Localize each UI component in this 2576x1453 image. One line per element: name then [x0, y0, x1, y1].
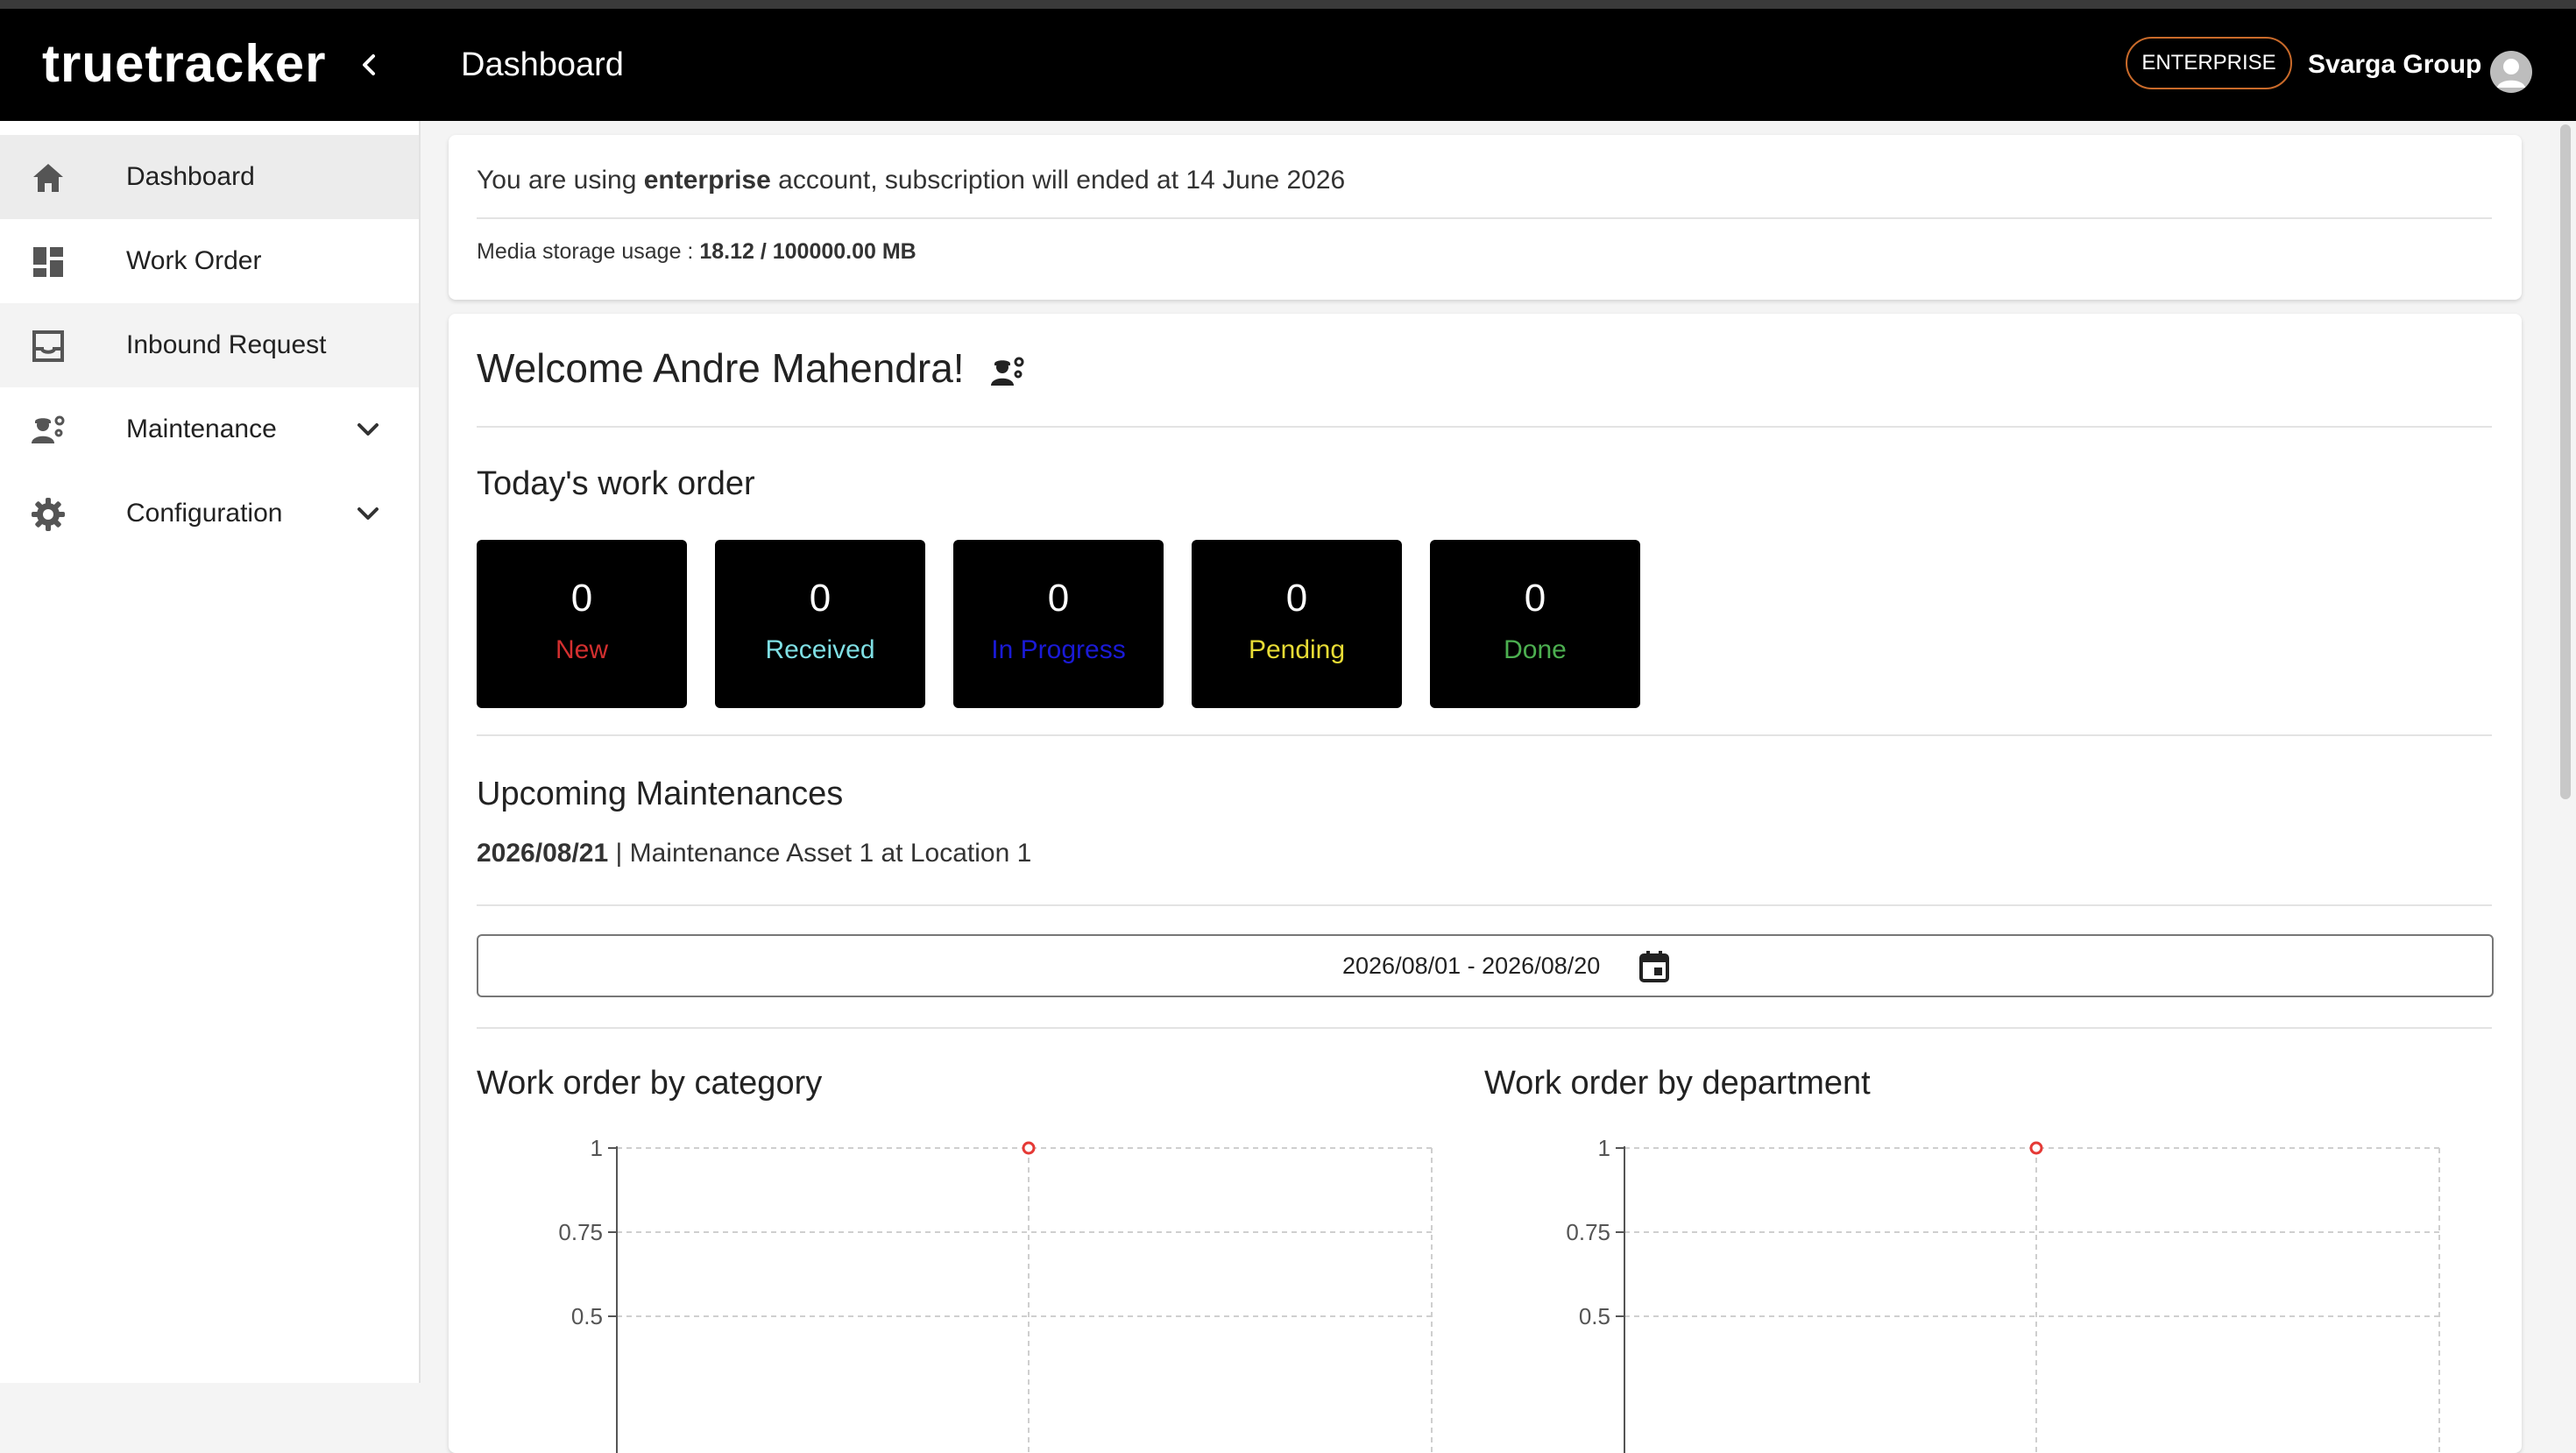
- sidebar-item-label: Configuration: [126, 499, 283, 528]
- status-label: Received: [765, 635, 875, 664]
- app-logo[interactable]: truetracker: [42, 33, 327, 95]
- sidebar-item-label: Work Order: [126, 246, 262, 275]
- company-name[interactable]: Svarga Group: [2308, 47, 2481, 82]
- y-tick-label: 1: [591, 1138, 603, 1161]
- status-label: In Progress: [991, 635, 1126, 664]
- dashboard-main-card: Welcome Andre Mahendra! Today's work ord…: [449, 314, 2522, 1453]
- status-tile-in-progress[interactable]: 0 In Progress: [953, 540, 1164, 708]
- sidebar-item-label: Maintenance: [126, 415, 277, 443]
- upcoming-maintenances-heading: Upcoming Maintenances: [477, 776, 844, 812]
- status-count: 0: [1524, 577, 1546, 620]
- divider: [477, 426, 2492, 428]
- divider: [477, 1027, 2492, 1029]
- status-count: 0: [1047, 577, 1070, 620]
- maintenance-description: Maintenance Asset 1 at Location 1: [629, 839, 1032, 868]
- storage-label: Media storage usage :: [477, 239, 700, 264]
- subscription-suffix: account, subscription will ended at 14 J…: [770, 166, 1346, 195]
- status-tile-received[interactable]: 0 Received: [715, 540, 925, 708]
- chart-title-department: Work order by department: [1484, 1065, 1871, 1102]
- sidebar-item-work-order[interactable]: Work Order: [0, 219, 419, 303]
- status-label: Done: [1504, 635, 1567, 664]
- subscription-card: You are using enterprise account, subscr…: [449, 135, 2522, 300]
- scrollbar-thumb[interactable]: [2560, 124, 2571, 799]
- maintenance-separator: |: [608, 839, 630, 868]
- date-range-value: 2026/08/01 - 2026/08/20: [1342, 953, 1601, 979]
- y-tick-label: 0.75: [1566, 1219, 1610, 1245]
- upcoming-maintenance-item[interactable]: 2026/08/21 | Maintenance Asset 1 at Loca…: [477, 836, 1031, 871]
- status-tile-done[interactable]: 0 Done: [1430, 540, 1640, 708]
- welcome-heading: Welcome Andre Mahendra!: [477, 342, 1028, 394]
- subscription-info: You are using enterprise account, subscr…: [477, 163, 1345, 198]
- home-icon: [33, 164, 63, 192]
- work-order-by-department-chart: 1 0.75 0.5: [1566, 1138, 2440, 1453]
- maintenance-date: 2026/08/21: [477, 839, 609, 868]
- storage-usage: Media storage usage : 18.12 / 100000.00 …: [477, 237, 916, 266]
- status-count: 0: [570, 577, 593, 620]
- sidebar-item-label: Inbound Request: [126, 330, 327, 359]
- sidebar: Dashboard Work Order Inbound Request Mai…: [0, 121, 421, 1383]
- data-point: [2029, 1141, 2043, 1155]
- sidebar-item-dashboard[interactable]: Dashboard: [0, 135, 419, 219]
- top-bar: truetracker Dashboard ENTERPRISE Svarga …: [0, 9, 2576, 121]
- sidebar-item-label: Dashboard: [126, 162, 255, 191]
- status-label: New: [555, 635, 608, 664]
- status-tile-pending[interactable]: 0 Pending: [1192, 540, 1402, 708]
- page-title: Dashboard: [461, 46, 624, 83]
- sidebar-item-maintenance[interactable]: Maintenance: [0, 387, 419, 471]
- inbox-icon: [32, 330, 64, 362]
- chevron-down-icon: [357, 423, 379, 436]
- collapse-sidebar-button[interactable]: [352, 47, 387, 82]
- chevron-down-icon: [357, 507, 379, 520]
- sidebar-item-inbound-request[interactable]: Inbound Request: [0, 303, 419, 387]
- engineer-icon: [991, 357, 1024, 386]
- divider: [477, 734, 2492, 736]
- todays-work-order-heading: Today's work order: [477, 465, 755, 502]
- divider: [477, 217, 2492, 219]
- y-tick-label: 0.75: [558, 1219, 603, 1245]
- status-tile-new[interactable]: 0 New: [477, 540, 687, 708]
- subscription-plan: enterprise: [643, 166, 771, 195]
- work-order-by-category-chart: 1 0.75 0.5: [558, 1138, 1433, 1453]
- gear-icon: [32, 498, 65, 531]
- data-point: [1022, 1141, 1036, 1155]
- status-count: 0: [1285, 577, 1308, 620]
- engineer-icon: [32, 415, 65, 443]
- welcome-text: Welcome Andre Mahendra!: [477, 345, 965, 391]
- storage-value: 18.12 / 100000.00 MB: [699, 239, 916, 264]
- sidebar-item-configuration[interactable]: Configuration: [0, 471, 419, 556]
- y-tick-label: 0.5: [571, 1303, 603, 1329]
- calendar-icon[interactable]: [1638, 950, 1670, 983]
- dashboard-grid-icon: [33, 247, 63, 277]
- date-range-input[interactable]: 2026/08/01 - 2026/08/20: [477, 934, 2494, 997]
- status-count: 0: [809, 577, 832, 620]
- window-top-strip: [0, 0, 2576, 9]
- plan-badge[interactable]: ENTERPRISE: [2126, 37, 2292, 89]
- user-icon: [2497, 59, 2525, 88]
- y-tick-label: 0.5: [1579, 1303, 1610, 1329]
- subscription-prefix: You are using: [477, 166, 644, 195]
- y-tick-label: 1: [1598, 1138, 1610, 1161]
- chevron-left-icon: [363, 54, 375, 75]
- chart-title-category: Work order by category: [477, 1065, 823, 1102]
- avatar[interactable]: [2490, 51, 2532, 93]
- divider: [477, 904, 2492, 906]
- status-label: Pending: [1248, 635, 1346, 664]
